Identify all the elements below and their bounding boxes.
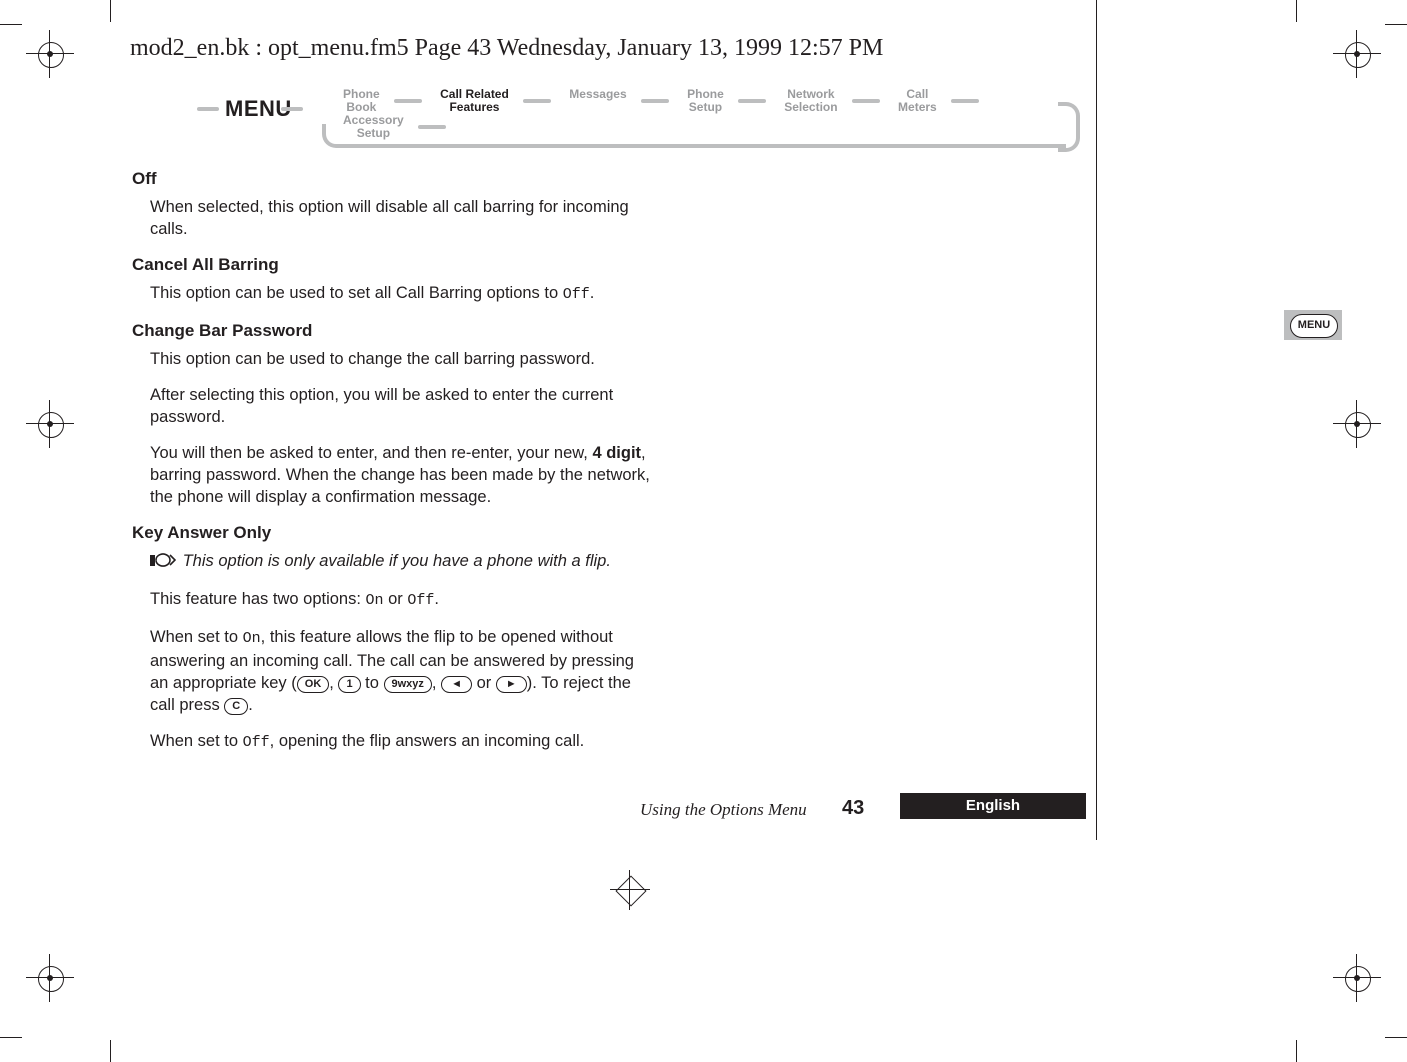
cancel-all-barring-text: This option can be used to set all Call … [150,282,652,306]
nine-key-icon: 9wxyz [384,676,432,693]
registration-icon [26,954,74,1002]
key-answer-only-heading: Key Answer Only [132,522,652,544]
side-tab-label: MENU [1290,314,1338,338]
one-key-icon: 1 [338,676,360,693]
page: mod2_en.bk : opt_menu.fm5 Page 43 Wednes… [0,0,1407,1062]
menu-label: MENU [225,96,292,122]
trim-line [1096,0,1097,840]
crop-mark [110,1040,111,1062]
registration-icon [1333,400,1381,448]
crumb-phone-setup: PhoneSetup [659,88,752,114]
menu-breadcrumb: MENU PhoneBook Call RelatedFeatures Mess… [200,88,1080,152]
kao-text-3: When set to Off, opening the flip answer… [150,730,652,754]
cbp-text-1: This option can be used to change the ca… [150,348,652,370]
crop-mark [0,1037,22,1038]
kao-text-1: This feature has two options: On or Off. [150,588,652,612]
crumb-loop [1058,102,1080,152]
crumb-phone-book: PhoneBook [315,88,408,114]
footer-title: Using the Options Menu [640,800,807,820]
crumb-call-meters: CallMeters [870,88,965,114]
change-bar-password-heading: Change Bar Password [132,320,652,342]
crumb-loop [322,124,1066,148]
crop-mark [1385,24,1407,25]
crumb-messages: Messages [541,88,654,114]
registration-icon [1333,30,1381,78]
kao-note: This option is only available if you hav… [150,550,652,574]
right-key-icon: ► [496,676,527,693]
registration-icon [26,30,74,78]
body-column: Off When selected, this option will disa… [132,162,652,768]
crumb-call-related: Call RelatedFeatures [412,88,537,114]
side-tab: MENU [1284,310,1342,340]
crop-mark [0,24,22,25]
cbp-text-3: You will then be asked to enter, and the… [150,442,652,508]
c-key-icon: C [224,698,248,715]
off-heading: Off [132,168,652,190]
left-key-icon: ◄ [441,676,472,693]
note-icon [150,552,178,574]
kao-text-2: When set to On, this feature allows the … [150,626,652,716]
page-number: 43 [842,797,864,820]
crop-mark [1296,0,1297,22]
registration-icon [1333,954,1381,1002]
off-text: When selected, this option will disable … [150,196,652,240]
crop-mark [110,0,111,22]
registration-icon [610,870,650,910]
running-header: mod2_en.bk : opt_menu.fm5 Page 43 Wednes… [130,35,883,62]
ok-key-icon: OK [297,676,330,693]
cancel-all-barring-heading: Cancel All Barring [132,254,652,276]
crop-mark [1385,1037,1407,1038]
language-badge: English [900,793,1086,819]
crop-mark [1296,1040,1297,1062]
cbp-text-2: After selecting this option, you will be… [150,384,652,428]
registration-icon [26,400,74,448]
crumb-network-selection: NetworkSelection [756,88,865,114]
